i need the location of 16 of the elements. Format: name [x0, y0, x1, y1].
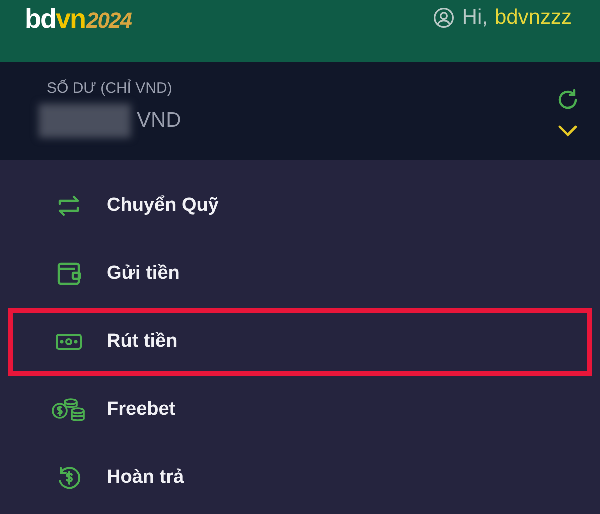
menu-item[interactable]: Hoàn trả — [8, 444, 592, 512]
refresh-icon[interactable] — [556, 88, 580, 112]
coins-icon — [51, 396, 87, 424]
user-icon[interactable] — [433, 7, 456, 29]
chevron-down-icon[interactable] — [557, 124, 579, 138]
menu-item[interactable]: Freebet — [8, 376, 592, 444]
menu-item[interactable]: Rút tiền — [8, 308, 592, 376]
menu-item[interactable]: Gửi tiền — [8, 240, 592, 308]
logo-year: 2024 — [86, 8, 132, 34]
logo-text: bd — [25, 4, 56, 35]
logo-text: vn — [56, 4, 86, 35]
balance-label: SỐ DƯ (CHỈ VND) — [47, 80, 174, 97]
greeting-text: Hi, — [462, 6, 488, 30]
menu-item[interactable]: Chuyển Quỹ — [8, 172, 592, 240]
currency-text: VND — [137, 109, 182, 133]
username-link[interactable]: bdvnzzz — [494, 6, 572, 30]
